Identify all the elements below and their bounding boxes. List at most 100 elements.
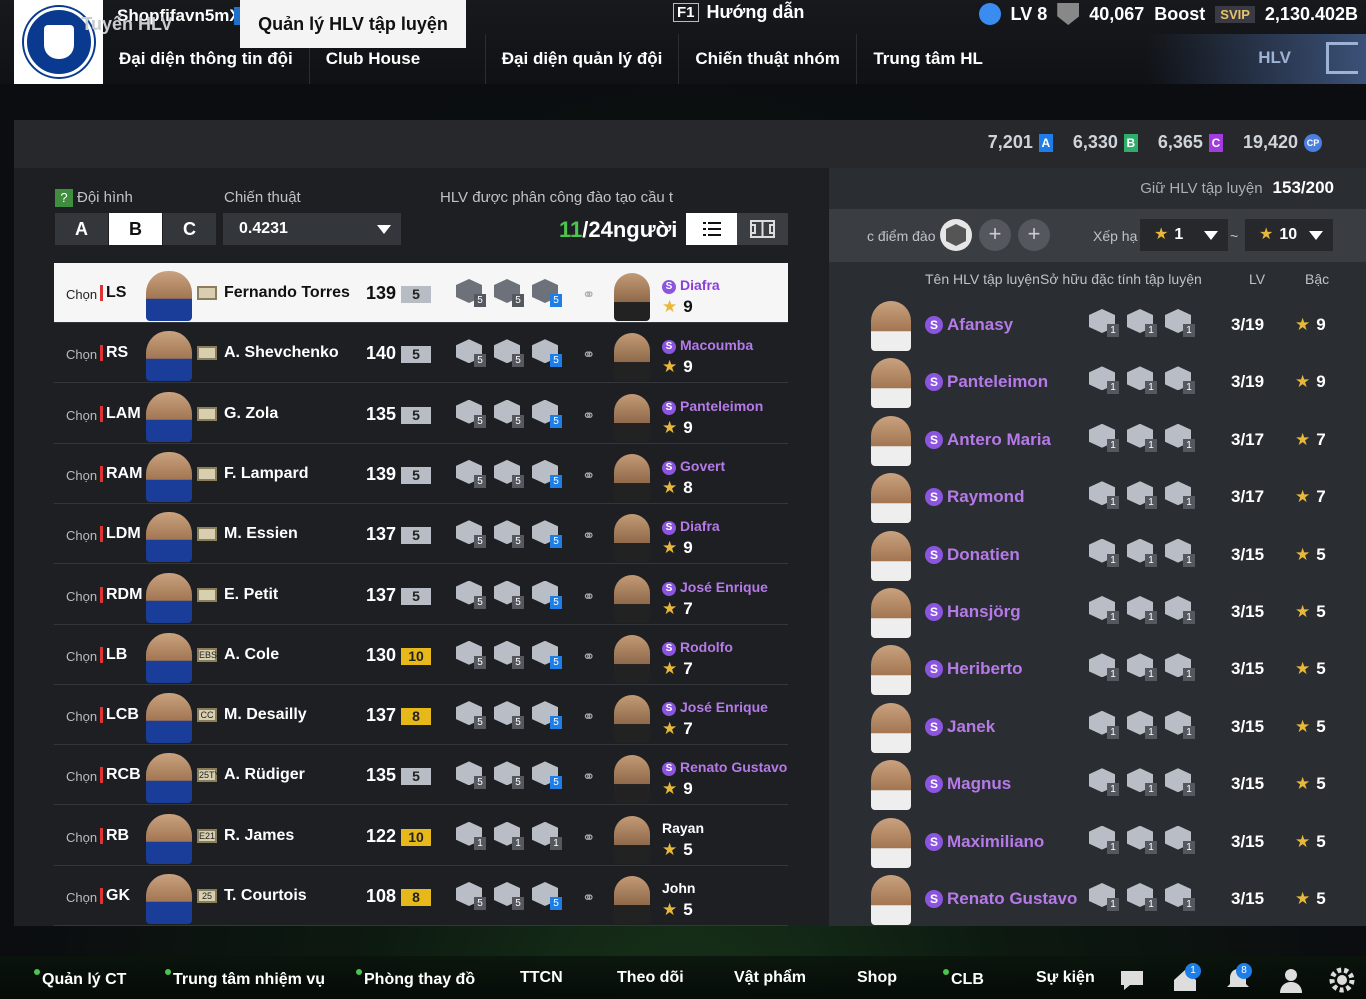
rank-from-dropdown[interactable]: ★ 1	[1140, 219, 1228, 251]
coach-row[interactable]: S Raymond 111 3/17 ★ 7	[829, 467, 1366, 524]
tab-recruit-coach[interactable]: Tuyển HLV	[14, 0, 240, 48]
training-trait-icon: 1	[1125, 883, 1157, 911]
player-row[interactable]: Chọn LCB CC M. Desailly 137 8 5 5 5 ⚭ S Jos…	[54, 685, 788, 746]
help-icon[interactable]: ?	[55, 189, 73, 207]
profile-icon[interactable]	[1277, 966, 1305, 994]
nav-items[interactable]: Vật phẩm	[734, 969, 806, 987]
formation-label: Đội hình	[77, 189, 133, 206]
nav-locker-room[interactable]: Phòng thay đồ	[356, 969, 475, 989]
nav-events[interactable]: Sự kiện	[1036, 969, 1095, 987]
player-ovr: 137	[366, 584, 397, 605]
special-coach-icon: S	[925, 373, 943, 392]
training-trait-icon: 5	[492, 279, 524, 307]
player-position: LAM	[100, 405, 141, 422]
coach-level: 3/15	[1231, 889, 1265, 908]
player-row[interactable]: Chọn GK 25 T. Courtois 108 8 555 ⚭ John …	[54, 866, 788, 926]
training-trait-icon: 1	[1163, 423, 1195, 452]
assigned-coach-name: S Diafra	[662, 518, 720, 536]
link-icon: ⚭	[582, 890, 596, 907]
formation-c-button[interactable]: C	[163, 213, 216, 245]
coach-avatar	[871, 875, 911, 925]
player-row[interactable]: Chọn LS Fernando Torres 139 5 5 5 5 ⚭ S Dia…	[54, 263, 788, 323]
nav-ttcn[interactable]: TTCN	[520, 969, 563, 987]
coach-traits: 111	[1087, 825, 1195, 854]
add-trait-filter-button-2[interactable]: +	[1018, 219, 1050, 251]
coach-row[interactable]: S Hansjörg 111 3/15 ★ 5	[829, 582, 1366, 639]
special-coach-icon: S	[662, 340, 676, 355]
header-traits: Sở hữu đặc tính tập luyện	[1040, 271, 1202, 287]
coach-level: 3/15	[1231, 774, 1265, 794]
coach-row[interactable]: S Donatien 111 3/15 ★ 5	[829, 525, 1366, 582]
trait-level: 5	[512, 595, 524, 609]
coach-level: 3/19	[1231, 315, 1265, 334]
select-player-button[interactable]: Chọn	[66, 769, 97, 784]
select-player-button[interactable]: Chọn	[66, 890, 97, 905]
tactic-dropdown[interactable]: 0.4231	[223, 213, 401, 245]
rank-to-dropdown[interactable]: ★ 10	[1245, 219, 1333, 251]
special-coach-icon: S	[925, 890, 943, 908]
player-row[interactable]: Chọn LAM G. Zola 135 5 5 5 5 ⚭ S Panteleimo…	[54, 384, 788, 444]
training-trait-icon: 1	[1163, 366, 1195, 395]
star-icon: ★	[1295, 315, 1311, 334]
special-coach-icon: S	[925, 488, 943, 507]
nav-manage-ct[interactable]: Quản lý CT	[34, 969, 126, 989]
coach-avatar	[614, 453, 650, 502]
player-row[interactable]: Chọn LB EBS A. Cole 130 10 5 5 5 ⚭ S Rodolf…	[54, 625, 788, 685]
coach-rank: ★ 7	[1295, 430, 1326, 450]
assigned-label: HLV được phân công đào tạo cầu t	[440, 189, 674, 206]
tab-manage-coach[interactable]: Quản lý HLV tập luyện	[240, 0, 466, 48]
coach-row[interactable]: S Renato Gustavo 111 3/15 ★ 5	[829, 869, 1366, 926]
star-icon: ★	[662, 417, 678, 437]
formation-a-button[interactable]: A	[55, 213, 108, 245]
coach-row[interactable]: S Panteleimon 111 3/19 ★ 9	[829, 352, 1366, 409]
player-row[interactable]: Chọn LDM M. Essien 137 5 5 5 5 ⚭ S Diafra ★…	[54, 504, 788, 565]
add-trait-filter-button[interactable]: +	[979, 219, 1011, 251]
chat-icon[interactable]	[1118, 966, 1146, 994]
select-player-button[interactable]: Chọn	[66, 589, 97, 604]
trait-level: 5	[474, 414, 486, 428]
player-row[interactable]: Chọn RAM F. Lampard 139 5 555 ⚭ S Govert …	[54, 444, 788, 504]
nav-team-management[interactable]: Đại diện quản lý đội	[486, 34, 680, 84]
guide-label: Hướng dẫn	[706, 2, 805, 22]
player-row[interactable]: Chọn RCB 25TY A. Rüdiger 135 5 5 5 5 ⚭ S Re…	[54, 745, 788, 806]
coach-row[interactable]: S Maximiliano 111 3/15 ★ 5	[829, 812, 1366, 869]
pitch-view-button[interactable]	[737, 213, 788, 245]
select-player-button[interactable]: Chọn	[66, 649, 97, 664]
player-row[interactable]: Chọn RS A. Shevchenko 140 5 5 5 5 ⚭ S Macou…	[54, 323, 788, 384]
list-view-button[interactable]	[686, 213, 737, 245]
currency-a: 7,201 A	[988, 132, 1053, 153]
coach-row[interactable]: S Afanasy 111 3/19 ★ 9	[829, 295, 1366, 352]
select-player-button[interactable]: Chọn	[66, 408, 97, 423]
player-ovr: 139	[366, 283, 397, 303]
coach-row[interactable]: S Antero Maria 111 3/17 ★ 7	[829, 410, 1366, 467]
coach-rank-value: 7	[683, 719, 693, 739]
select-player-button[interactable]: Chọn	[66, 468, 97, 483]
select-player-button[interactable]: Chọn	[66, 347, 97, 362]
training-trait-icon: 1	[1087, 423, 1119, 452]
coach-row[interactable]: S Janek 111 3/15 ★ 5	[829, 697, 1366, 754]
coach-traits: 111	[1087, 653, 1195, 682]
nav-shop[interactable]: Shop	[857, 969, 897, 987]
season-badge-icon: EBS	[197, 647, 218, 662]
formation-b-button[interactable]: B	[109, 213, 162, 245]
nav-club[interactable]: CLB	[943, 969, 984, 989]
select-player-button[interactable]: Chọn	[66, 287, 97, 302]
nav-training-center[interactable]: Trung tâm HL	[857, 34, 999, 84]
trait-filter-icon[interactable]	[940, 219, 972, 251]
select-player-button[interactable]: Chọn	[66, 528, 97, 543]
training-trait-icon: 5	[530, 459, 562, 488]
coach-row[interactable]: S Heriberto 111 3/15 ★ 5	[829, 639, 1366, 696]
nav-group-tactics[interactable]: Chiến thuật nhóm	[679, 34, 858, 84]
select-player-button[interactable]: Chọn	[66, 709, 97, 724]
player-row[interactable]: Chọn RDM E. Petit 137 5 5 5 5 ⚭ S José Enri…	[54, 565, 788, 625]
nav-follow[interactable]: Theo dõi	[617, 969, 684, 987]
coach-row[interactable]: S Magnus 111 3/15 ★ 5	[829, 754, 1366, 811]
coach-avatar	[614, 876, 650, 924]
select-player-button[interactable]: Chọn	[66, 830, 97, 845]
guide-button[interactable]: F1 Hướng dẫn	[673, 2, 804, 23]
settings-gear-icon[interactable]	[1328, 966, 1356, 994]
player-name: T. Courtois	[224, 887, 307, 904]
nav-mission-center[interactable]: Trung tâm nhiệm vụ	[165, 969, 325, 989]
hlv-exit-button[interactable]: HLV	[1146, 34, 1366, 84]
player-row[interactable]: Chọn RB E21 R. James 122 10 111 ⚭ Rayan …	[54, 806, 788, 866]
